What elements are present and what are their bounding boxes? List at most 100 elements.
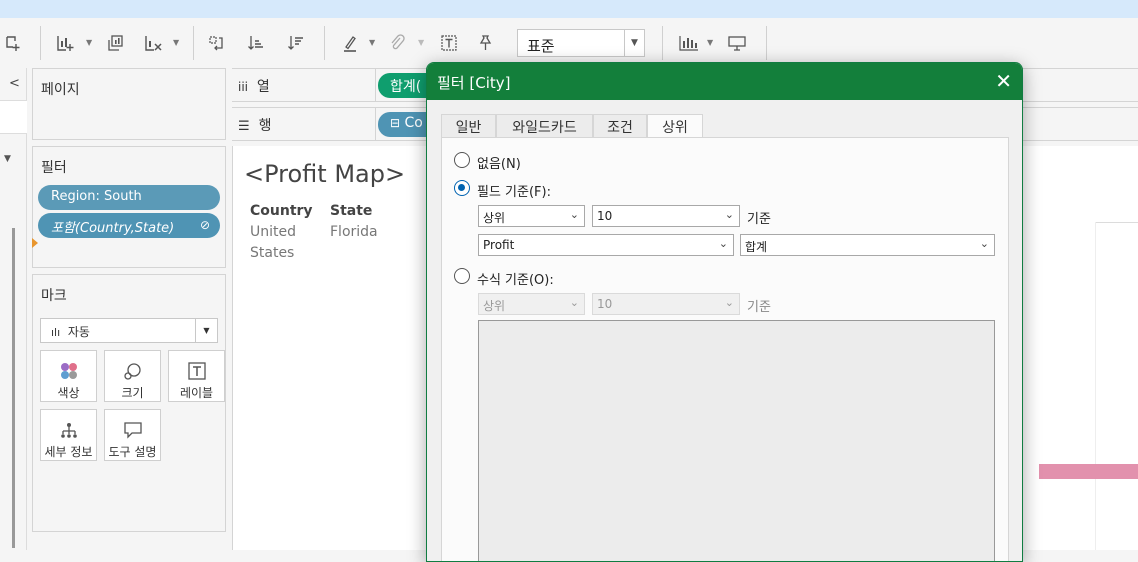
presentation-icon[interactable]: [724, 30, 750, 56]
gridline: [1095, 222, 1096, 550]
tab-wildcard[interactable]: 와일드카드: [496, 114, 593, 138]
filter-pill-label: Region: South: [51, 189, 142, 204]
tooltip-icon: [105, 410, 160, 440]
mark-card-label: 색상: [57, 386, 80, 400]
highlight-icon[interactable]: [337, 30, 363, 56]
duplicate-sheet-icon[interactable]: [102, 30, 128, 56]
color-icon: [41, 351, 96, 381]
columns-pill-label: 합계(: [390, 79, 422, 95]
marks-title: 마크: [41, 288, 67, 304]
new-worksheet-icon[interactable]: [52, 30, 78, 56]
field-count-select[interactable]: 10 ⌄: [592, 205, 740, 227]
tab-top[interactable]: 상위: [647, 114, 703, 139]
pages-card: 페이지: [32, 68, 226, 140]
field-aggregation-select[interactable]: 합계 ⌄: [740, 234, 995, 256]
collapse-icon: ⊟: [390, 116, 401, 130]
chevron-down-icon: ⌄: [979, 237, 989, 250]
rows-pill-label: Co: [404, 115, 423, 131]
radio-none[interactable]: [454, 152, 470, 168]
field-by-label: 기준: [747, 212, 771, 227]
swap-icon[interactable]: [203, 30, 229, 56]
tab-general[interactable]: 일반: [441, 114, 496, 138]
rows-label: 행: [258, 118, 272, 134]
radio-none-label: 없음(N): [477, 157, 521, 172]
label-text-icon[interactable]: [436, 30, 462, 56]
radio-by-formula[interactable]: [454, 268, 470, 284]
field-name-select[interactable]: Profit ⌄: [478, 234, 734, 256]
field-name-value: Profit: [483, 238, 515, 252]
state-cell: Florida: [330, 224, 378, 240]
mark-card-label-shelf[interactable]: 레이블: [168, 350, 225, 402]
mark-card-label: 크기: [121, 386, 144, 400]
column-header-country[interactable]: Country: [250, 203, 313, 219]
field-count-value: 10: [597, 209, 613, 223]
data-pane-box: [0, 100, 27, 134]
chevron-down-icon[interactable]: ▼: [195, 319, 217, 342]
top-tab-panel: 없음(N) 필드 기준(F): 상위 ⌄ 10 ⌄ 기준 Profit ⌄ 합계…: [441, 137, 1009, 561]
toolbar: ▼ ▼ ▼ ▼ 표준 ▼ ▼: [0, 18, 1138, 68]
chevron-down-icon: ⌄: [718, 237, 728, 250]
formula-top-bottom-value: 상위: [483, 299, 506, 313]
filter-pill-country-state[interactable]: 포함(Country,State) ⊘: [38, 213, 220, 238]
bar-chart-icon: ılı: [51, 326, 61, 339]
drop-marker-icon: [32, 238, 38, 248]
fit-select-value: 표준: [527, 37, 555, 55]
mark-card-size[interactable]: 크기: [104, 350, 161, 402]
formula-by-label: 기준: [747, 300, 771, 315]
title-strip: [0, 0, 1138, 18]
filter-pill-region[interactable]: Region: South: [38, 185, 220, 210]
data-bar[interactable]: [1039, 464, 1138, 479]
mark-card-detail[interactable]: 세부 정보: [40, 409, 97, 461]
chevron-down-icon[interactable]: ▼: [624, 30, 644, 56]
field-aggregation-value: 합계: [745, 240, 768, 254]
show-me-icon[interactable]: [676, 30, 702, 56]
view-title: <Profit Map>: [244, 160, 406, 188]
radio-by-field[interactable]: [454, 180, 470, 196]
pages-title: 페이지: [41, 82, 80, 98]
attach-icon[interactable]: [384, 30, 410, 56]
rows-icon: ☰: [238, 119, 250, 134]
mark-card-color[interactable]: 색상: [40, 350, 97, 402]
sort-descending-icon[interactable]: [283, 30, 309, 56]
detail-icon: [41, 410, 96, 440]
mark-card-label: 세부 정보: [44, 445, 93, 459]
caret-down-icon[interactable]: ▼: [4, 154, 11, 164]
column-header-state[interactable]: State: [330, 203, 372, 219]
filter-pill-label: 포함(Country,State): [51, 221, 175, 236]
field-top-bottom-value: 상위: [483, 211, 506, 225]
data-pane-collapsed: < ▼: [0, 68, 27, 550]
formula-top-bottom-select: 상위 ⌄: [478, 293, 585, 315]
tab-condition[interactable]: 조건: [593, 114, 647, 138]
sort-ascending-icon[interactable]: [243, 30, 269, 56]
country-cell-line1: United: [250, 224, 296, 240]
close-icon[interactable]: ✕: [995, 69, 1012, 93]
chevron-left-icon[interactable]: <: [9, 76, 20, 91]
formula-count-value: 10: [597, 297, 613, 311]
filters-title: 필터: [41, 160, 67, 176]
chevron-down-icon: ⌄: [724, 208, 734, 221]
label-icon: [169, 351, 224, 381]
chevron-down-icon: ⌄: [569, 296, 579, 309]
marks-card: 마크 ılı 자동 ▼ 색상 크기 레이블 세부 정보 도구 설명: [32, 274, 226, 532]
size-icon: [105, 351, 160, 381]
gridline: [1095, 222, 1138, 223]
formula-count-select: 10 ⌄: [592, 293, 740, 315]
columns-icon: iii: [238, 80, 249, 94]
scrollbar[interactable]: [12, 228, 15, 548]
mark-card-label: 도구 설명: [108, 445, 157, 459]
pin-icon[interactable]: [472, 30, 498, 56]
chevron-down-icon: ⌄: [569, 208, 579, 221]
mark-type-select[interactable]: ılı 자동 ▼: [40, 318, 218, 343]
dialog-title: 필터 [City]: [437, 74, 511, 92]
formula-editor: [478, 320, 995, 561]
columns-label: 열: [256, 79, 270, 95]
field-top-bottom-select[interactable]: 상위 ⌄: [478, 205, 585, 227]
mark-card-tooltip[interactable]: 도구 설명: [104, 409, 161, 461]
link-icon: ⊘: [199, 218, 210, 232]
country-cell-line2: States: [250, 245, 295, 261]
clear-sheet-icon[interactable]: [140, 30, 166, 56]
fit-select[interactable]: 표준 ▼: [517, 29, 645, 57]
dialog-header: 필터 [City] ✕: [427, 63, 1022, 100]
filter-dialog: 필터 [City] ✕ 일반 와일드카드 조건 상위 없음(N) 필드 기준(F…: [426, 62, 1023, 562]
new-datasource-icon[interactable]: [0, 30, 26, 56]
